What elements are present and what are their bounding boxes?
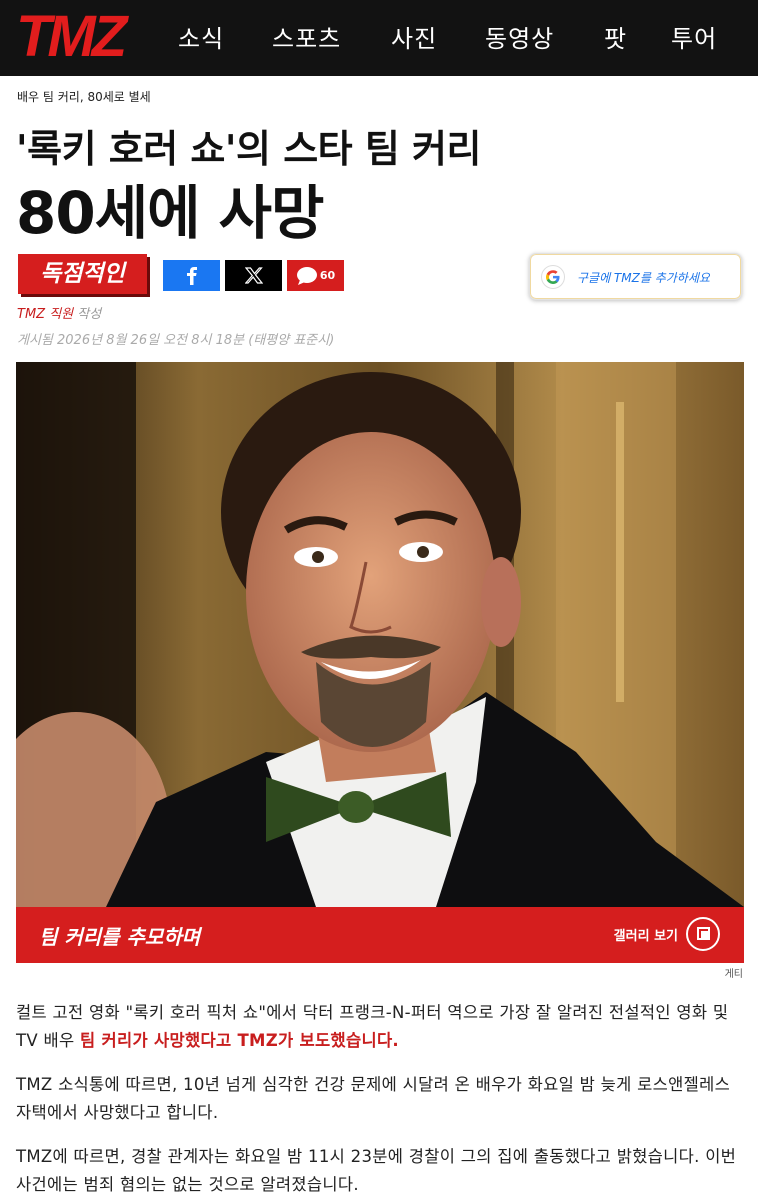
comments-button[interactable]: 60 [287, 260, 344, 291]
facebook-icon [186, 266, 197, 285]
nav-item-videos[interactable]: 동영상 [485, 19, 554, 54]
nav-item-photos[interactable]: 사진 [391, 19, 437, 54]
paragraph-1-highlight-link[interactable]: 팀 커리가 사망했다고 TMZ가 보도했습니다. [80, 1031, 399, 1050]
comment-count: 60 [319, 269, 336, 282]
gallery-title[interactable]: 팀 커리를 추모하며 [39, 921, 200, 950]
gallery-icon [686, 917, 720, 951]
article-paragraph-2: TMZ 소식통에 따르면, 10년 넘게 심각한 건강 문제에 시달려 온 배우… [16, 1075, 731, 1122]
nav-item-sports[interactable]: 스포츠 [272, 19, 341, 54]
top-navigation: TMZ 소식 스포츠 사진 동영상 팟 투어 [0, 0, 758, 76]
hero-image [16, 362, 744, 907]
view-gallery-label: 갤러리 보기 [613, 928, 678, 944]
view-gallery-button[interactable]: 갤러리 보기 [614, 917, 720, 951]
photo-credit: 게티 [724, 969, 743, 980]
tmz-logo[interactable]: TMZ [14, 8, 142, 64]
headline-line-1: '록키 호러 쇼'의 스타 팀 커리 [16, 127, 481, 171]
article-paragraph-3: TMZ에 따르면, 경찰 관계자는 화요일 밤 11시 23분에 경찰이 그의 … [16, 1147, 737, 1194]
google-icon [546, 270, 560, 284]
google-button-label: 구글에 TMZ를 추가하세요 [577, 271, 710, 285]
nav-item-news[interactable]: 소식 [178, 19, 224, 54]
breadcrumb[interactable]: 배우 팀 커리, 80세로 별세 [17, 88, 151, 105]
author-suffix: 작성 [73, 307, 102, 322]
posted-timestamp: 게시됨 2026년 8월 26일 오전 8시 18분 (태평양 표준시) [17, 333, 335, 348]
article-paragraph-1: 컬트 고전 영화 "록키 호러 픽처 쇼"에서 닥터 프랭크-N-퍼터 역으로 … [16, 999, 742, 1055]
byline-author: TMZ 직원 작성 [17, 303, 101, 322]
google-icon-container [541, 265, 565, 289]
exclusive-badge: 독점적인 [18, 254, 147, 294]
author-link[interactable]: TMZ 직원 [17, 307, 73, 322]
x-share-button[interactable] [225, 260, 282, 291]
add-tmz-on-google-button[interactable]: 구글에 TMZ를 추가하세요 [529, 253, 742, 300]
nav-item-podcast[interactable]: 팟 [604, 19, 627, 54]
comment-icon [296, 266, 317, 285]
x-icon [244, 267, 263, 284]
facebook-share-button[interactable] [163, 260, 220, 291]
nav-item-tour[interactable]: 투어 [671, 19, 717, 54]
gallery-bar[interactable]: 팀 커리를 추모하며 갤러리 보기 [16, 907, 744, 963]
headline-line-2: 80세에 사망 [16, 179, 324, 247]
svg-text:TMZ: TMZ [16, 8, 130, 64]
article-hero-photo[interactable] [16, 362, 744, 907]
